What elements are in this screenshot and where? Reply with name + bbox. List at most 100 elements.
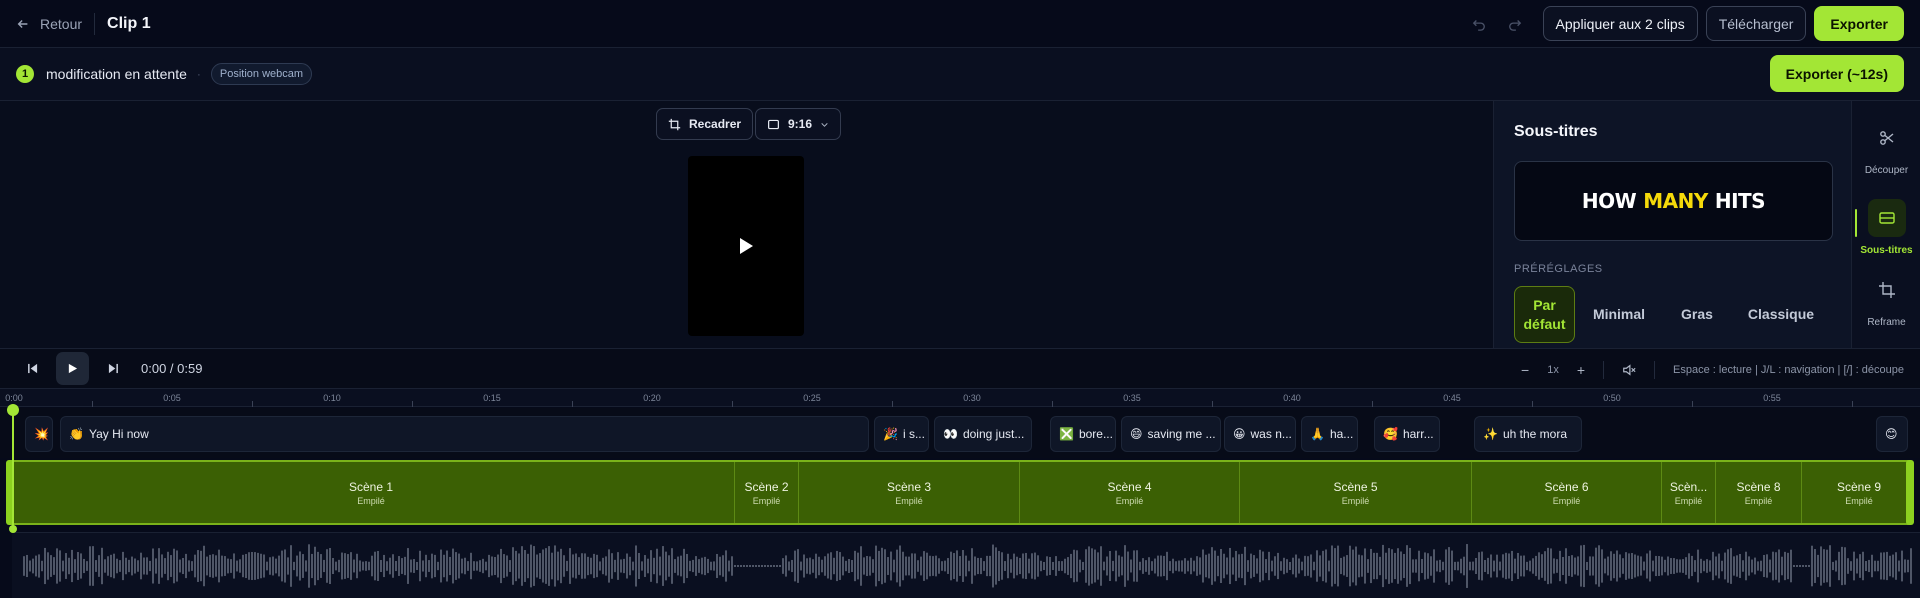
- play-icon: [740, 238, 753, 254]
- scene-name: Scène 3: [886, 479, 932, 494]
- ruler-tick: [92, 401, 93, 407]
- caption-emoji: 🎉: [883, 427, 898, 441]
- rail-item-reframe[interactable]: Reframe: [1852, 271, 1920, 328]
- video-preview-area: Recadrer 9:16: [0, 101, 1493, 348]
- playhead-handle[interactable]: [7, 404, 19, 416]
- subtitle-word: HITS: [1714, 189, 1766, 213]
- speed-label[interactable]: 1x: [1547, 364, 1559, 376]
- caption-emoji: 💥: [34, 427, 49, 441]
- ruler-tick: [1052, 401, 1053, 407]
- caption-clip[interactable]: 😄 saving me ...: [1121, 416, 1221, 452]
- scene-block[interactable]: Scène 4 Empilé: [1020, 462, 1240, 523]
- transport-controls-right: − 1x + Espace : lecture | J/L : navigati…: [1521, 349, 1904, 390]
- pending-count-badge: 1: [16, 65, 34, 83]
- rail-icon-box: [1867, 199, 1906, 237]
- scene-layout: Empilé: [1115, 495, 1144, 506]
- scene-block[interactable]: Scène 3 Empilé: [799, 462, 1020, 523]
- ruler-tick-label: 0:25: [803, 393, 821, 403]
- reframe-label: Recadrer: [689, 117, 742, 131]
- caption-clip[interactable]: ❎ bore...: [1050, 416, 1116, 452]
- subtitles-icon: [1878, 212, 1895, 224]
- ruler-tick-label: 0:10: [323, 393, 341, 403]
- export-estimate-button[interactable]: Exporter (~12s): [1769, 55, 1904, 92]
- ruler-tick: [732, 401, 733, 407]
- scene-track: Scène 1 Empilé Scène 2 Empilé Scène 3 Empilé S…: [6, 460, 1914, 525]
- back-button[interactable]: Retour: [16, 16, 82, 32]
- timeline-ruler[interactable]: 0:00 0:05 0:10 0:15 0:20 0:25 0:30 0:35 0:40 0:45…: [0, 389, 1920, 407]
- undo-button[interactable]: [1465, 10, 1493, 38]
- caption-emoji: 🙏: [1310, 427, 1325, 441]
- scene-name: Scène 2: [744, 479, 789, 494]
- scene-name: Scèn...: [1669, 479, 1708, 494]
- caption-clip[interactable]: ✨ uh the mora: [1474, 416, 1582, 452]
- subtitle-word-highlight: MANY: [1643, 189, 1708, 213]
- preset-minimal[interactable]: Minimal: [1582, 286, 1656, 343]
- caption-clip[interactable]: 😊: [1876, 416, 1908, 452]
- change-chip: Position webcam: [210, 63, 313, 85]
- skip-back-button[interactable]: [18, 355, 46, 383]
- arrow-left-icon: [17, 19, 28, 28]
- scene-name: Scène 9: [1836, 479, 1882, 494]
- skip-forward-button[interactable]: [99, 355, 127, 383]
- trim-handle-right[interactable]: [1906, 460, 1914, 525]
- scene-block[interactable]: Scène 9 Empilé: [1802, 462, 1912, 523]
- caption-clip[interactable]: 😀 was n...: [1224, 416, 1296, 452]
- play-button[interactable]: [56, 352, 89, 385]
- scene-block[interactable]: Scène 6 Empilé: [1472, 462, 1662, 523]
- redo-button[interactable]: [1501, 10, 1529, 38]
- ruler-tick: [412, 401, 413, 407]
- scissors-icon: [1879, 131, 1893, 145]
- caption-clip[interactable]: 👀 doing just...: [934, 416, 1032, 452]
- separator-dot: ·: [196, 67, 201, 81]
- zoom-out-button[interactable]: −: [1521, 362, 1529, 378]
- ruler-tick-label: 0:00: [5, 393, 23, 403]
- caption-clip[interactable]: 💥: [25, 416, 53, 452]
- scene-block[interactable]: Scène 5 Empilé: [1240, 462, 1472, 523]
- rail-item-subtitles[interactable]: Sous-titres: [1852, 199, 1920, 256]
- ruler-tick-label: 0:35: [1123, 393, 1141, 403]
- caption-clip[interactable]: 👏 Yay Hi now: [60, 416, 869, 452]
- preset-classic[interactable]: Classique: [1736, 286, 1826, 343]
- scene-name: Scène 8: [1736, 479, 1781, 494]
- caption-clip[interactable]: 🥰 harr...: [1374, 416, 1440, 452]
- caption-text: harr...: [1402, 427, 1434, 441]
- audio-waveform: [12, 532, 1920, 598]
- mute-button[interactable]: [1622, 363, 1636, 377]
- scene-name: Scène 4: [1107, 479, 1152, 494]
- scene-block[interactable]: Scène 2 Empilé: [735, 462, 799, 523]
- rail-item-cut[interactable]: Découper: [1852, 119, 1920, 176]
- pending-changes-bar: 1 modification en attente · Position web…: [0, 48, 1920, 101]
- scene-block[interactable]: Scèn... Empilé: [1662, 462, 1716, 523]
- caption-text: uh the mora: [1502, 427, 1567, 441]
- ruler-tick: [252, 401, 253, 407]
- download-button[interactable]: Télécharger: [1705, 6, 1807, 41]
- caption-text: was n...: [1250, 427, 1292, 441]
- preset-bold[interactable]: Gras: [1660, 286, 1734, 343]
- crop-icon: [1878, 282, 1895, 298]
- panel-title: Sous-titres: [1514, 123, 1598, 140]
- ruler-tick-label: 0:45: [1443, 393, 1461, 403]
- subtitle-style-preview: HOW MANY HITS: [1514, 161, 1833, 241]
- playhead[interactable]: [12, 406, 14, 532]
- ruler-tick: [1212, 401, 1213, 407]
- caption-clip[interactable]: 🙏 ha...: [1301, 416, 1358, 452]
- ruler-tick-label: 0:20: [643, 393, 661, 403]
- export-button[interactable]: Exporter: [1814, 6, 1904, 41]
- video-player[interactable]: [688, 156, 804, 336]
- ruler-tick: [892, 401, 893, 407]
- reframe-button[interactable]: Recadrer: [656, 108, 754, 140]
- ruler-tick-label: 0:15: [483, 393, 501, 403]
- preset-default[interactable]: Par défaut: [1514, 286, 1575, 343]
- scene-block[interactable]: Scène 1 Empilé: [8, 462, 735, 523]
- apply-to-clips-button[interactable]: Appliquer aux 2 clips: [1542, 6, 1698, 41]
- caption-emoji: 👏: [69, 427, 84, 441]
- caption-text: saving me ...: [1147, 427, 1216, 441]
- crop-icon: [668, 118, 681, 130]
- speaker-muted-icon: [1623, 363, 1636, 376]
- rail-label: Reframe: [1867, 317, 1906, 328]
- scene-block[interactable]: Scène 8 Empilé: [1716, 462, 1802, 523]
- zoom-in-button[interactable]: +: [1577, 362, 1585, 378]
- aspect-ratio-select[interactable]: 9:16: [755, 108, 842, 140]
- caption-clip[interactable]: 🎉 i s...: [874, 416, 929, 452]
- rail-label: Sous-titres: [1860, 245, 1913, 256]
